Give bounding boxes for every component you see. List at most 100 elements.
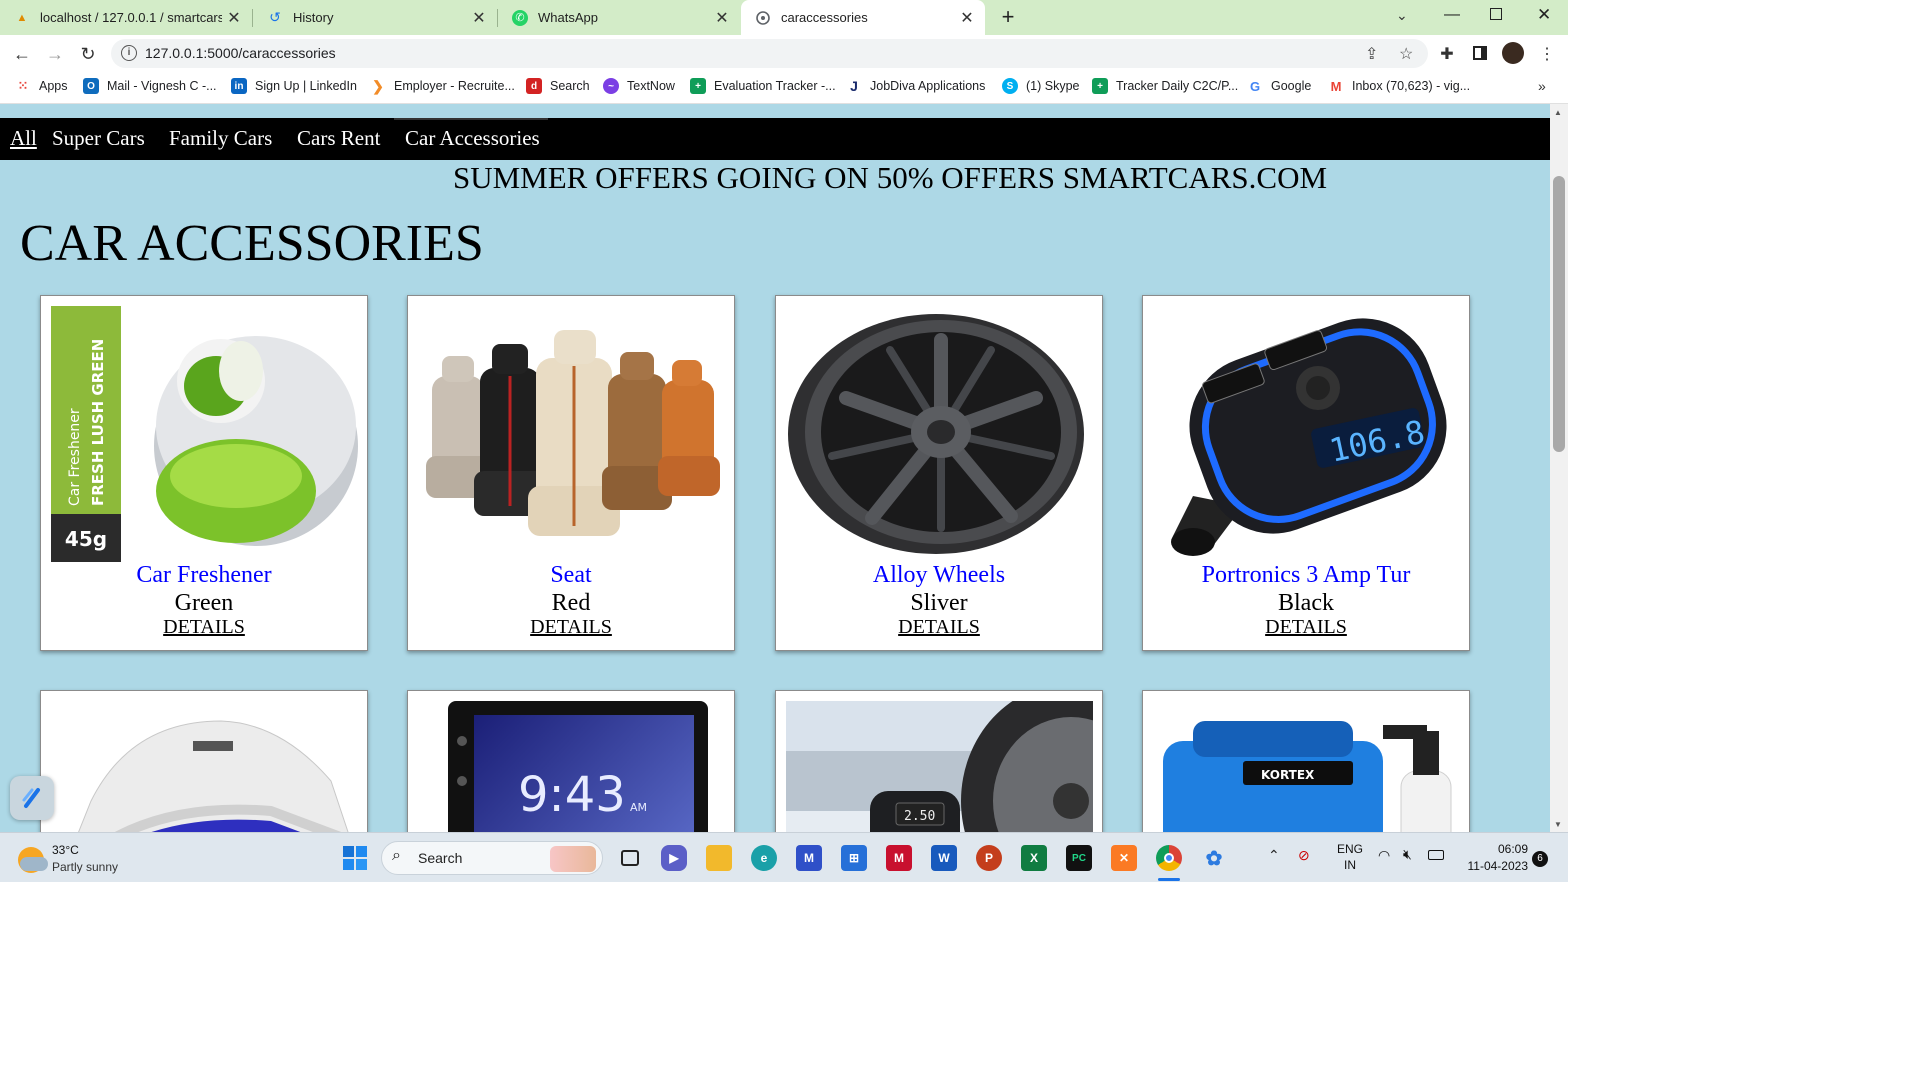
tab-caraccessories[interactable]: caraccessories ✕ — [741, 0, 985, 35]
task-view-icon[interactable] — [617, 845, 643, 871]
bookmark-textnow[interactable]: ~ TextNow — [603, 78, 675, 94]
tab-search-icon[interactable]: ⌄ — [1396, 7, 1408, 24]
share-icon[interactable]: ⇪ — [1365, 44, 1378, 64]
file-explorer-icon[interactable] — [706, 845, 732, 871]
side-panel-icon[interactable] — [1473, 46, 1487, 60]
tab-whatsapp[interactable]: ✆ WhatsApp ✕ — [498, 0, 740, 35]
bookmark-mail[interactable]: O Mail - Vignesh C -... — [83, 78, 217, 94]
bookmark-employer[interactable]: ❯ Employer - Recruite... — [370, 78, 515, 94]
nav-all[interactable]: All — [10, 126, 37, 151]
car-seats-image — [418, 306, 725, 562]
details-link[interactable]: DETAILS — [1143, 616, 1469, 639]
battery-icon[interactable] — [1428, 850, 1444, 860]
language-indicator[interactable]: ENG IN — [1336, 841, 1364, 873]
bookmark-search[interactable]: d Search — [526, 78, 590, 94]
bookmark-star-icon[interactable]: ☆ — [1399, 44, 1413, 64]
network-alert-icon[interactable]: ⊘ — [1298, 847, 1310, 864]
bookmark-google[interactable]: G Google — [1247, 78, 1311, 94]
apps-grid-icon: ⁙ — [17, 78, 29, 93]
clock[interactable]: 06:09 11-04-2023 — [1454, 841, 1529, 875]
gmail-icon: M — [1330, 78, 1342, 94]
back-button[interactable]: ← — [9, 41, 35, 67]
powerpoint-icon[interactable]: P — [976, 845, 1002, 871]
product-card[interactable] — [40, 690, 368, 832]
notification-badge[interactable]: 6 — [1532, 851, 1548, 867]
site-navbar: All Super Cars Family Cars Cars Rent Car… — [0, 118, 1550, 160]
menu-icon[interactable]: ⋮ — [1534, 41, 1560, 67]
close-icon[interactable]: ✕ — [710, 8, 734, 28]
svg-text:FRESH LUSH GREEN: FRESH LUSH GREEN — [89, 339, 107, 506]
volume-muted-icon[interactable]: 🔇︎ — [1403, 846, 1412, 863]
skype-icon: S — [1002, 78, 1018, 94]
bookmark-jobdiva[interactable]: J JobDiva Applications — [846, 78, 985, 94]
reload-button[interactable]: ↻ — [75, 41, 101, 67]
windows-taskbar: 33°C Partly sunny ⌕ Search ▶ e M ⊞ M W P… — [0, 832, 1568, 882]
product-name[interactable]: Seat — [408, 562, 734, 589]
chrome-icon[interactable] — [1156, 845, 1182, 871]
close-icon[interactable]: ✕ — [467, 8, 491, 28]
product-card[interactable]: 45g Car Freshener FRESH LUSH GREEN Car F… — [40, 295, 368, 651]
pycharm-icon[interactable]: PC — [1066, 845, 1092, 871]
car-stereo-image: 9:43 AM — [418, 701, 725, 832]
nav-cars-rent[interactable]: Cars Rent — [297, 126, 380, 151]
details-link[interactable]: DETAILS — [41, 616, 367, 639]
product-name[interactable]: Alloy Wheels — [776, 562, 1102, 589]
bookmark-skype[interactable]: S (1) Skype — [1002, 78, 1080, 94]
tab-phpmyadmin[interactable]: ▲ localhost / 127.0.0.1 / smartcars | ✕ — [0, 0, 252, 35]
windows-start-icon[interactable] — [343, 846, 367, 870]
tab-title: History — [293, 10, 334, 25]
excel-icon[interactable]: X — [1021, 845, 1047, 871]
mcafee-icon[interactable]: M — [886, 845, 912, 871]
vscode-like-icon[interactable]: M — [796, 845, 822, 871]
bookmark-apps[interactable]: ⁙ Apps — [15, 78, 68, 94]
nav-car-accessories[interactable]: Car Accessories — [405, 126, 540, 151]
product-card[interactable]: Seat Red DETAILS — [407, 295, 735, 651]
avatar[interactable] — [1502, 42, 1524, 64]
dice-search-icon: d — [526, 78, 542, 94]
weather-widget[interactable]: 33°C Partly sunny — [16, 841, 156, 877]
store-icon[interactable]: ⊞ — [841, 845, 867, 871]
product-card[interactable]: KORTEX — [1142, 690, 1470, 832]
nav-super-cars[interactable]: Super Cars — [52, 126, 145, 151]
tyre-inflator-image: 2.50 — [786, 683, 1181, 832]
address-bar[interactable]: i 127.0.0.1:5000/caraccessories ⇪ ☆ — [111, 39, 1428, 68]
close-icon[interactable]: ✕ — [955, 8, 979, 28]
product-card[interactable]: 106.8 Portronics 3 Amp Tur Black DETAILS — [1142, 295, 1470, 651]
floating-widget-icon[interactable] — [10, 776, 54, 820]
bookmark-evaluation-tracker[interactable]: + Evaluation Tracker -... — [690, 78, 836, 94]
product-card[interactable]: 9:43 AM — [407, 690, 735, 832]
chevron-up-icon[interactable]: ⌃ — [1268, 847, 1280, 864]
outlook-icon: O — [83, 78, 99, 94]
close-window-button[interactable]: ✕ — [1537, 5, 1551, 25]
page-scrollbar[interactable]: ▲ ▼ — [1550, 104, 1568, 832]
details-link[interactable]: DETAILS — [408, 616, 734, 639]
extensions-icon[interactable]: ✚ — [1434, 41, 1460, 67]
edge-icon[interactable]: e — [751, 845, 777, 871]
minimize-button[interactable]: — — [1444, 6, 1460, 24]
product-name[interactable]: Portronics 3 Amp Tur — [1143, 562, 1469, 589]
xampp-icon[interactable]: ✕ — [1111, 845, 1137, 871]
new-tab-button[interactable]: + — [996, 5, 1020, 29]
taskbar-search[interactable]: ⌕ Search — [381, 841, 603, 875]
restore-button[interactable] — [1490, 8, 1502, 20]
product-name[interactable]: Car Freshener — [41, 562, 367, 589]
more-bookmarks-icon[interactable]: » — [1538, 78, 1546, 94]
wifi-icon[interactable]: ◠ — [1378, 847, 1390, 864]
nav-family-cars[interactable]: Family Cars — [169, 126, 272, 151]
product-card[interactable]: 2.50 — [775, 683, 1181, 832]
close-icon[interactable]: ✕ — [222, 8, 246, 28]
bookmark-gmail[interactable]: M Inbox (70,623) - vig... — [1328, 78, 1471, 94]
teams-chat-icon[interactable]: ▶ — [661, 845, 687, 871]
bookmark-linkedin[interactable]: in Sign Up | LinkedIn — [231, 78, 357, 94]
site-info-icon[interactable]: i — [121, 45, 137, 61]
scrollbar-thumb[interactable] — [1553, 176, 1565, 452]
forward-button[interactable]: → — [42, 41, 68, 67]
product-color: Sliver — [910, 590, 968, 616]
whatsapp-icon: ✆ — [512, 9, 528, 26]
product-card[interactable]: Alloy Wheels Sliver DETAILS — [775, 295, 1103, 651]
tab-history[interactable]: ↺ History ✕ — [253, 0, 497, 35]
word-icon[interactable]: W — [931, 845, 957, 871]
bookmark-tracker-daily[interactable]: + Tracker Daily C2C/P... — [1092, 78, 1238, 94]
paint-icon[interactable]: ✿ — [1201, 845, 1227, 871]
details-link[interactable]: DETAILS — [776, 616, 1102, 639]
